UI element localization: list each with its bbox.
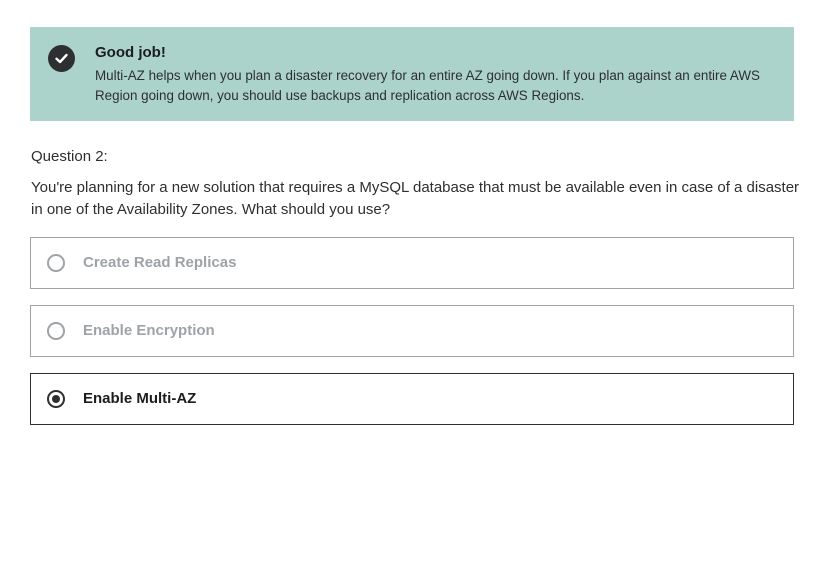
quiz-page: Good job! Multi-AZ helps when you plan a… (0, 0, 836, 575)
answer-option-label: Enable Encryption (83, 322, 215, 339)
radio-button-selected[interactable] (47, 390, 65, 408)
question-number: Question 2: (31, 148, 108, 165)
feedback-alert: Good job! Multi-AZ helps when you plan a… (30, 27, 794, 121)
answer-option-enable-encryption[interactable]: Enable Encryption (30, 305, 794, 357)
answer-option-create-read-replicas[interactable]: Create Read Replicas (30, 237, 794, 289)
question-text: You're planning for a new solution that … (31, 179, 800, 218)
answer-option-label: Enable Multi-AZ (83, 390, 197, 407)
answer-option-enable-multi-az[interactable]: Enable Multi-AZ (30, 373, 794, 425)
feedback-message: Multi-AZ helps when you plan a disaster … (95, 68, 760, 103)
check-circle-icon (48, 45, 75, 72)
radio-button[interactable] (47, 322, 65, 340)
answer-option-label: Create Read Replicas (83, 254, 237, 271)
radio-button[interactable] (47, 254, 65, 272)
feedback-title: Good job! (95, 44, 166, 61)
